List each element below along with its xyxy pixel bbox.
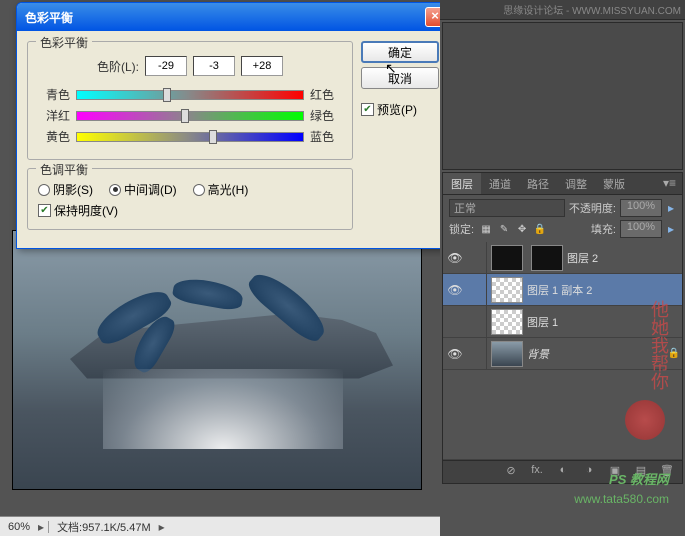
lock-position-icon[interactable]: ✥ [514,221,530,237]
group-icon[interactable]: ▣ [606,464,624,480]
color-balance-dialog: 色彩平衡 × 色彩平衡 色阶(L): 青色 红色 洋红 [16,2,450,249]
color-balance-fieldset: 色彩平衡 色阶(L): 青色 红色 洋红 绿色 [27,41,353,160]
zoom-level[interactable]: 60% [4,521,34,533]
tab-layers[interactable]: 图层 [443,173,481,194]
fieldset-legend: 色彩平衡 [36,34,92,51]
layer-thumb[interactable] [491,277,523,303]
fill-arrow-icon[interactable]: ▸ [666,222,676,236]
layer-thumb[interactable] [491,245,523,271]
visibility-eye-icon[interactable]: 👁 [443,283,467,297]
layer-list: 👁 图层 2 👁 图层 1 副本 2 图层 1 👁 [443,242,682,460]
slider-thumb[interactable] [181,109,189,123]
panel-tabs: 图层 通道 路径 调整 蒙版 ▾≡ [443,173,682,195]
link-layers-icon[interactable]: ⊘ [502,464,520,480]
tone-balance-fieldset: 色调平衡 阴影(S) 中间调(D) 高光(H) ✔保持明度(V) [27,168,353,230]
doc-size: 文档:957.1K/5.47M [53,519,155,535]
layer-thumb[interactable] [491,341,523,367]
layer-row[interactable]: 👁 图层 2 [443,242,682,274]
opacity-input[interactable]: 100% [620,199,662,217]
layer-name[interactable]: 图层 2 [567,250,682,266]
checkbox-preview[interactable]: ✔预览(P) [361,101,439,118]
layers-panel: 图层 通道 路径 调整 蒙版 ▾≡ 正常 不透明度: 100% ▸ 锁定: ▦ … [442,172,683,484]
panel-menu-icon[interactable]: ▾≡ [657,173,682,194]
mask-icon[interactable]: ◐ [554,464,572,480]
blend-mode-select[interactable]: 正常 [449,199,565,217]
cancel-button[interactable]: 取消 [361,67,439,89]
doc-arrow-icon[interactable]: ▸ [159,520,165,534]
radio-highlight[interactable]: 高光(H) [193,181,249,198]
composite-splash [103,369,343,449]
slider-label-cyan: 青色 [38,86,70,103]
lock-label: 锁定: [449,221,474,237]
adjustment-icon[interactable]: ◑ [580,464,598,480]
level-label: 色阶(L): [97,58,139,75]
fx-icon[interactable]: fx. [528,464,546,480]
dialog-title: 色彩平衡 [25,9,425,26]
fieldset-legend: 色调平衡 [36,161,92,178]
fill-label: 填充: [591,221,616,237]
radio-midtone[interactable]: 中间调(D) [109,181,177,198]
checkbox-preserve-luminosity[interactable]: ✔保持明度(V) [38,202,342,219]
slider-magenta-green[interactable] [76,109,304,123]
top-toolbar: 思缘设计论坛 - WWW.MISSYUAN.COM [440,0,685,20]
zoom-arrow-icon[interactable]: ▸ [38,520,44,534]
opacity-label: 不透明度: [569,200,616,216]
layer-row[interactable]: 👁 图层 1 副本 2 [443,274,682,306]
layer-name[interactable]: 图层 1 [527,314,682,330]
level-input-cyan-red[interactable] [145,56,187,76]
slider-thumb[interactable] [163,88,171,102]
layer-mask-thumb[interactable] [531,245,563,271]
slider-cyan-red[interactable] [76,88,304,102]
level-input-magenta-green[interactable] [193,56,235,76]
panels-area: 思缘设计论坛 - WWW.MISSYUAN.COM 图层 通道 路径 调整 蒙版… [440,0,685,536]
slider-yellow-blue[interactable] [76,130,304,144]
dialog-titlebar[interactable]: 色彩平衡 × [17,3,449,31]
document-canvas[interactable] [12,230,422,490]
level-input-yellow-blue[interactable] [241,56,283,76]
tab-channels[interactable]: 通道 [481,173,519,194]
lock-all-icon[interactable]: 🔒 [532,221,548,237]
delete-icon[interactable]: 🗑 [658,464,676,480]
slider-label-red: 红色 [310,86,342,103]
brand-watermark: 思缘设计论坛 - WWW.MISSYUAN.COM [503,2,681,17]
slider-label-green: 绿色 [310,107,342,124]
slider-label-blue: 蓝色 [310,128,342,145]
ok-button[interactable]: 确定 [361,41,439,63]
layer-name[interactable]: 背景 [527,346,666,362]
layer-row[interactable]: 👁 背景 🔒 [443,338,682,370]
fill-input[interactable]: 100% [620,220,662,238]
slider-label-magenta: 洋红 [38,107,70,124]
tab-paths[interactable]: 路径 [519,173,557,194]
layer-row[interactable]: 图层 1 [443,306,682,338]
tab-adjustments[interactable]: 调整 [557,173,595,194]
layer-name[interactable]: 图层 1 副本 2 [527,282,682,298]
layer-thumb[interactable] [491,309,523,335]
opacity-arrow-icon[interactable]: ▸ [666,201,676,215]
slider-label-yellow: 黄色 [38,128,70,145]
new-layer-icon[interactable]: ▤ [632,464,650,480]
lock-pixels-icon[interactable]: ✎ [496,221,512,237]
layer-list-empty[interactable] [443,370,682,460]
visibility-eye-icon[interactable]: 👁 [443,347,467,361]
lock-transparency-icon[interactable]: ▦ [478,221,494,237]
slider-thumb[interactable] [209,130,217,144]
status-bar: 60% ▸ 文档:957.1K/5.47M ▸ [0,516,440,536]
visibility-eye-icon[interactable]: 👁 [443,251,467,265]
radio-shadow[interactable]: 阴影(S) [38,181,93,198]
layers-footer: ⊘ fx. ◐ ◑ ▣ ▤ 🗑 [443,460,682,483]
upper-panel-placeholder [442,22,683,170]
lock-icon: 🔒 [666,346,682,362]
tab-masks[interactable]: 蒙版 [595,173,633,194]
